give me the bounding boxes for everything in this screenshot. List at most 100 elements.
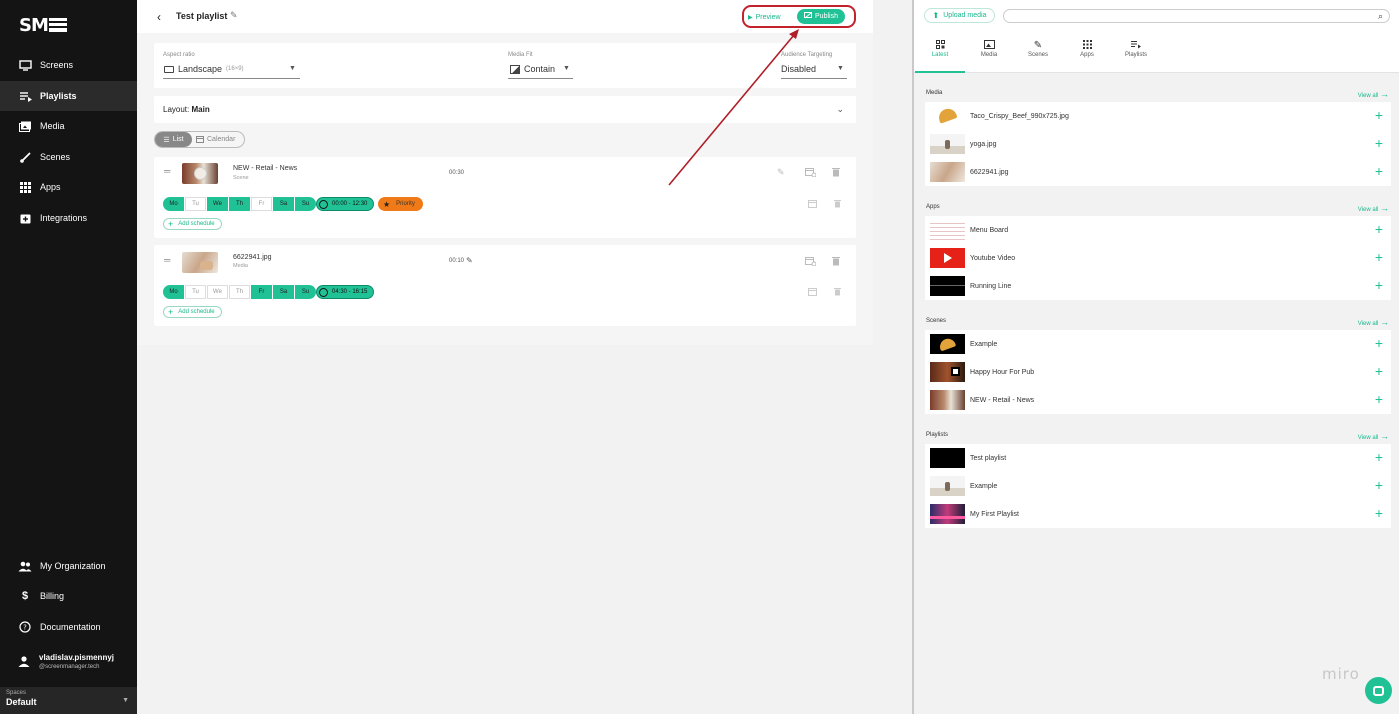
library-search[interactable]: ⌕ bbox=[1003, 9, 1390, 26]
edit-icon[interactable]: ✎ bbox=[777, 167, 785, 178]
tab-latest[interactable]: Latest bbox=[915, 40, 965, 58]
day-th[interactable]: Th bbox=[229, 285, 250, 299]
sidebar: SM Screens Playlists Media Scenes Apps I… bbox=[0, 0, 137, 714]
list-item[interactable]: NEW - Retail - News + bbox=[925, 386, 1391, 414]
section-title-apps: Apps bbox=[926, 204, 940, 210]
list-item[interactable]: Youtube Video + bbox=[925, 244, 1391, 272]
trash-icon[interactable] bbox=[834, 287, 841, 298]
upload-media-button[interactable]: ⬆ Upload media bbox=[924, 8, 995, 23]
list-item[interactable]: Happy Hour For Pub + bbox=[925, 358, 1391, 386]
trash-icon[interactable] bbox=[832, 256, 840, 268]
add-icon[interactable]: + bbox=[1375, 163, 1383, 179]
nav-apps[interactable]: Apps bbox=[0, 172, 137, 202]
nav-my-organization[interactable]: My Organization bbox=[0, 551, 137, 581]
view-all-playlists[interactable]: View all → bbox=[1358, 431, 1389, 441]
media-fit-select[interactable]: Contain bbox=[510, 64, 555, 74]
add-icon[interactable]: + bbox=[1375, 363, 1383, 379]
item-duration[interactable]: 00:10 bbox=[449, 258, 464, 264]
nav-scenes[interactable]: Scenes bbox=[0, 142, 137, 172]
add-icon[interactable]: + bbox=[1375, 391, 1383, 407]
day-fr[interactable]: Fr bbox=[251, 285, 272, 299]
list-item[interactable]: Menu Board + bbox=[925, 216, 1391, 244]
nav-screens[interactable]: Screens bbox=[0, 50, 137, 80]
audience-targeting-select[interactable]: Disabled bbox=[781, 64, 816, 74]
user-profile[interactable]: vladislav.pismennyj @screenmanager.tech bbox=[18, 653, 114, 670]
day-mo[interactable]: Mo bbox=[163, 197, 184, 211]
add-schedule-button[interactable]: + Add schedule bbox=[163, 306, 222, 318]
nav-media[interactable]: Media bbox=[0, 111, 137, 141]
priority-chip[interactable]: ★ Priority bbox=[378, 197, 423, 211]
back-arrow-icon[interactable]: ‹ bbox=[157, 10, 161, 24]
list-item[interactable]: Example + bbox=[925, 330, 1391, 358]
time-range-chip[interactable]: 00:00 - 12:30 bbox=[316, 197, 375, 211]
day-sa[interactable]: Sa bbox=[273, 197, 294, 211]
nav-documentation[interactable]: ? Documentation bbox=[0, 612, 137, 642]
add-icon[interactable]: + bbox=[1375, 449, 1383, 465]
calendar-view-button[interactable]: Calendar bbox=[196, 132, 235, 147]
app-logo[interactable]: SM bbox=[19, 15, 67, 36]
calendar-icon[interactable] bbox=[808, 287, 817, 298]
list-item[interactable]: 6622941.jpg + bbox=[925, 158, 1391, 186]
calendar-add-icon[interactable] bbox=[805, 167, 817, 179]
item-thumbnail bbox=[930, 362, 965, 382]
day-sa[interactable]: Sa bbox=[273, 285, 294, 299]
nav-playlists[interactable]: Playlists bbox=[0, 81, 137, 111]
add-icon[interactable]: + bbox=[1375, 277, 1383, 293]
spaces-selector[interactable]: Spaces Default ▼ bbox=[0, 687, 137, 714]
publish-button[interactable]: Publish bbox=[797, 9, 845, 24]
search-input[interactable] bbox=[1012, 13, 1372, 26]
view-all-scenes[interactable]: View all → bbox=[1358, 317, 1389, 327]
nav-integrations[interactable]: Integrations bbox=[0, 203, 137, 233]
people-icon bbox=[18, 560, 32, 572]
tab-apps[interactable]: Apps bbox=[1062, 40, 1112, 58]
add-icon[interactable]: + bbox=[1375, 249, 1383, 265]
day-su[interactable]: Su bbox=[295, 197, 316, 211]
list-icon: ☰ bbox=[163, 136, 170, 144]
list-item[interactable]: My First Playlist + bbox=[925, 500, 1391, 528]
list-item[interactable]: Taco_Crispy_Beef_990x725.jpg + bbox=[925, 102, 1391, 130]
list-view-button[interactable]: ☰ List bbox=[155, 132, 192, 147]
trash-icon[interactable] bbox=[832, 167, 840, 179]
calendar-add-icon[interactable] bbox=[805, 256, 817, 268]
day-fr[interactable]: Fr bbox=[251, 197, 272, 211]
nav-billing[interactable]: $ Billing bbox=[0, 581, 137, 611]
day-we[interactable]: We bbox=[207, 197, 228, 211]
aspect-ratio-select[interactable]: Landscape (16×9) bbox=[164, 64, 244, 74]
help-icon: ? bbox=[18, 621, 32, 633]
add-icon[interactable]: + bbox=[1375, 221, 1383, 237]
list-item[interactable]: Running Line + bbox=[925, 272, 1391, 300]
day-th[interactable]: Th bbox=[229, 197, 250, 211]
list-item[interactable]: yoga.jpg + bbox=[925, 130, 1391, 158]
view-all-media[interactable]: View all → bbox=[1358, 89, 1389, 99]
day-we[interactable]: We bbox=[207, 285, 228, 299]
edit-title-icon[interactable]: ✎ bbox=[230, 10, 238, 21]
list-item[interactable]: Test playlist + bbox=[925, 444, 1391, 472]
tab-playlists[interactable]: Playlists bbox=[1111, 40, 1161, 58]
add-icon[interactable]: + bbox=[1375, 335, 1383, 351]
trash-icon[interactable] bbox=[834, 199, 841, 210]
add-icon[interactable]: + bbox=[1375, 477, 1383, 493]
page-title: Test playlist bbox=[176, 11, 228, 21]
drag-handle-icon[interactable]: ═ bbox=[164, 255, 170, 265]
day-su[interactable]: Su bbox=[295, 285, 316, 299]
add-schedule-button[interactable]: + Add schedule bbox=[163, 218, 222, 230]
layout-selector[interactable]: Layout: Main ⌄ bbox=[154, 96, 856, 123]
tab-media[interactable]: Media bbox=[964, 40, 1014, 58]
add-icon[interactable]: + bbox=[1375, 505, 1383, 521]
time-range-chip[interactable]: 04:30 - 16:15 bbox=[316, 285, 375, 299]
day-tu[interactable]: Tu bbox=[185, 285, 206, 299]
calendar-icon[interactable] bbox=[808, 199, 817, 210]
day-mo[interactable]: Mo bbox=[163, 285, 184, 299]
add-icon[interactable]: + bbox=[1375, 135, 1383, 151]
item-duration[interactable]: 00:30 bbox=[449, 170, 464, 176]
clock-icon bbox=[319, 199, 328, 209]
list-item[interactable]: Example + bbox=[925, 472, 1391, 500]
day-tu[interactable]: Tu bbox=[185, 197, 206, 211]
chat-button[interactable] bbox=[1365, 677, 1392, 704]
edit-duration-icon[interactable]: ✎ bbox=[466, 256, 473, 265]
view-all-apps[interactable]: View all → bbox=[1358, 203, 1389, 213]
tab-scenes[interactable]: ✎ Scenes bbox=[1013, 40, 1063, 58]
add-icon[interactable]: + bbox=[1375, 107, 1383, 123]
drag-handle-icon[interactable]: ═ bbox=[164, 166, 170, 176]
preview-button[interactable]: ▶ Preview bbox=[748, 10, 781, 24]
